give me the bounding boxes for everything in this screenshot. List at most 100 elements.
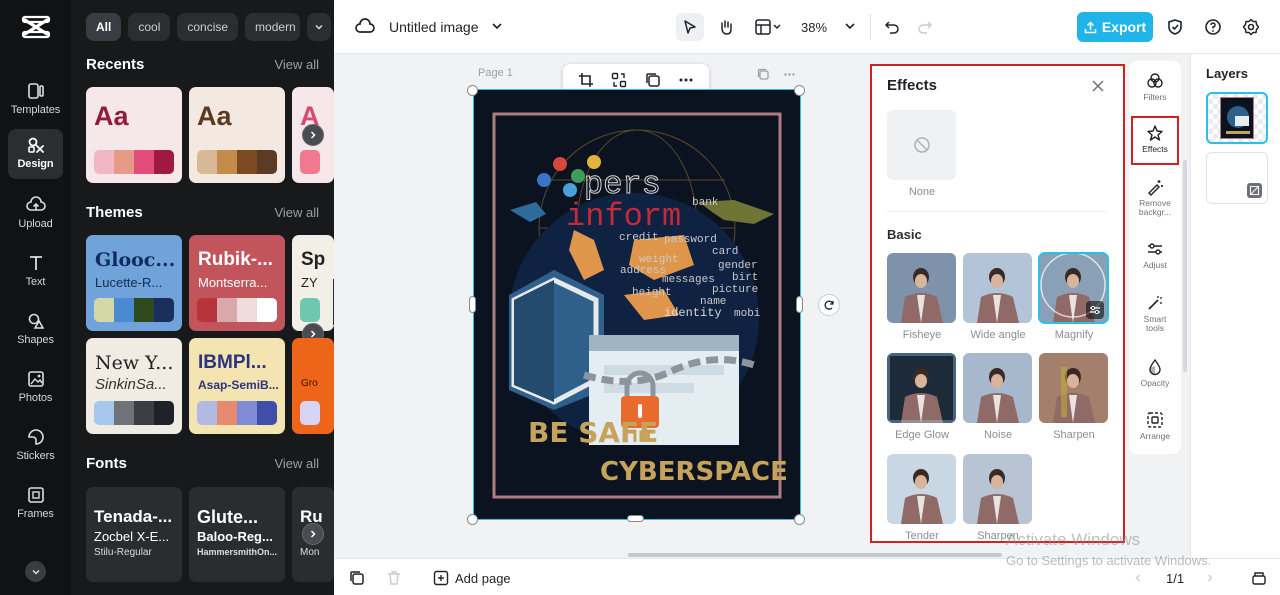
person-photo <box>887 353 956 423</box>
effect-thumb <box>1039 353 1108 423</box>
select-tool-button[interactable] <box>676 13 704 41</box>
effect-none[interactable]: None <box>887 110 957 198</box>
theme-card[interactable]: Gro <box>292 338 334 434</box>
color-swatches <box>300 298 320 322</box>
rail-item-label: Text <box>25 276 46 288</box>
effect-item[interactable]: Edge Glow <box>887 353 957 441</box>
close-icon[interactable] <box>1090 78 1106 94</box>
effect-settings-icon[interactable] <box>1086 301 1104 319</box>
recents-view-all[interactable]: View all <box>274 57 319 72</box>
color-swatches <box>300 401 320 425</box>
recents-next-button[interactable] <box>302 124 324 146</box>
chips-more-button[interactable] <box>307 13 332 41</box>
font-card[interactable]: Glute... Baloo-Reg... HammersmithOn... <box>189 487 285 582</box>
resize-handle[interactable] <box>794 85 805 96</box>
tool-remove-background[interactable]: Remove backgr... <box>1131 178 1179 217</box>
hand-tool-button[interactable] <box>712 13 740 41</box>
tools-scrollbar[interactable] <box>1183 160 1187 372</box>
layer-thumb-background[interactable] <box>1206 152 1268 204</box>
themes-view-all[interactable]: View all <box>274 205 319 220</box>
tool-smart-tools[interactable]: Smart tools <box>1131 294 1179 333</box>
duplicate-icon[interactable] <box>645 72 661 88</box>
recent-card[interactable]: Aa <box>86 87 182 183</box>
resize-handle[interactable] <box>469 296 476 313</box>
page-duplicate-icon[interactable] <box>757 68 770 81</box>
effect-thumb <box>887 454 956 524</box>
effect-item[interactable]: Fisheye <box>887 253 957 341</box>
effect-item[interactable]: Sharpen <box>963 454 1033 541</box>
undo-button[interactable] <box>880 15 904 39</box>
effect-item[interactable]: Wide angle <box>963 253 1033 341</box>
rail-item-stickers[interactable]: Stickers <box>8 421 63 471</box>
delete-page-icon[interactable] <box>385 569 403 587</box>
export-button[interactable]: Export <box>1077 12 1153 42</box>
fonts-next-button[interactable] <box>302 523 324 545</box>
theme-card[interactable]: Sp ZY <box>292 235 334 331</box>
more-icon[interactable] <box>678 72 694 88</box>
chevron-down-icon[interactable] <box>490 19 504 33</box>
rail-more-button[interactable] <box>25 561 46 582</box>
chip-all[interactable]: All <box>86 13 122 41</box>
layer-thumb-image[interactable] <box>1206 92 1268 144</box>
effect-item[interactable]: Sharpen <box>1039 353 1109 441</box>
crop-icon[interactable] <box>578 72 594 88</box>
rail-item-frames[interactable]: Frames <box>8 479 63 529</box>
shield-icon[interactable] <box>1164 16 1186 38</box>
font-line-2: Zocbel X-E... <box>94 529 170 544</box>
help-icon[interactable] <box>1202 16 1224 38</box>
add-page-icon[interactable] <box>432 569 450 587</box>
resize-handle[interactable] <box>627 515 644 522</box>
chip-concise[interactable]: concise <box>177 13 239 41</box>
design-image[interactable]: pers inform bank credit password card we… <box>473 89 801 520</box>
rotate-handle[interactable] <box>818 294 840 316</box>
chevron-right-icon[interactable] <box>1202 570 1218 586</box>
cloud-sync-icon[interactable] <box>354 16 376 38</box>
zoom-level[interactable]: 38% <box>801 17 827 37</box>
effect-item[interactable]: Tender <box>887 454 957 541</box>
resize-handle[interactable] <box>794 514 805 525</box>
effect-item[interactable]: Noise <box>963 353 1033 441</box>
rail-item-design[interactable]: Design <box>8 129 63 179</box>
resize-handle[interactable] <box>796 296 803 313</box>
fonts-view-all[interactable]: View all <box>274 456 319 471</box>
chip-cool[interactable]: cool <box>128 13 171 41</box>
layout-menu-button[interactable] <box>750 13 786 41</box>
theme-card[interactable]: Rubik-... Montserra... <box>189 235 285 331</box>
font-card[interactable]: Tenada-... Zocbel X-E... Stilu-Regular <box>86 487 182 582</box>
settings-icon[interactable] <box>1240 16 1262 38</box>
document-title[interactable]: Untitled image <box>389 17 479 37</box>
recent-card[interactable]: Aa <box>189 87 285 183</box>
tool-arrange[interactable]: Arrange <box>1131 411 1179 441</box>
rail-item-label: Upload <box>18 218 53 230</box>
theme-card[interactable]: New Y... SinkinSa... <box>86 338 182 434</box>
theme-card[interactable]: Glooc... Lucette-R... <box>86 235 182 331</box>
rail-item-photos[interactable]: Photos <box>8 363 63 413</box>
design-icon <box>26 135 46 155</box>
photos-icon <box>26 369 46 389</box>
tool-adjust[interactable]: Adjust <box>1131 240 1179 270</box>
page-more-icon[interactable] <box>783 68 796 81</box>
rail-item-templates[interactable]: Templates <box>8 75 63 125</box>
rail-item-shapes[interactable]: Shapes <box>8 305 63 355</box>
resize-handle[interactable] <box>467 514 478 525</box>
pages-panel-icon[interactable] <box>1250 569 1268 587</box>
color-swatches <box>197 150 277 174</box>
chip-modern[interactable]: modern <box>245 13 301 41</box>
rail-item-text[interactable]: Text <box>8 247 63 297</box>
recents-title: Recents <box>86 56 145 73</box>
canvas-horizontal-scrollbar[interactable] <box>628 553 1002 557</box>
add-page-button[interactable]: Add page <box>455 570 511 586</box>
theme-card[interactable]: IBMPl... Asap-SemiB... <box>189 338 285 434</box>
replace-icon[interactable] <box>611 72 627 88</box>
effect-item[interactable]: Magnify <box>1038 252 1109 341</box>
tool-opacity[interactable]: Opacity <box>1131 358 1179 388</box>
duplicate-page-icon[interactable] <box>348 569 366 587</box>
chevron-left-icon[interactable] <box>1130 570 1146 586</box>
redo-button[interactable] <box>913 15 937 39</box>
rail-item-upload[interactable]: Upload <box>8 189 63 239</box>
resize-handle[interactable] <box>467 85 478 96</box>
effect-name: Sharpen <box>1053 429 1095 441</box>
tool-filters[interactable]: Filters <box>1131 72 1179 102</box>
capcut-logo[interactable] <box>21 14 51 40</box>
chevron-down-icon[interactable] <box>843 19 857 33</box>
